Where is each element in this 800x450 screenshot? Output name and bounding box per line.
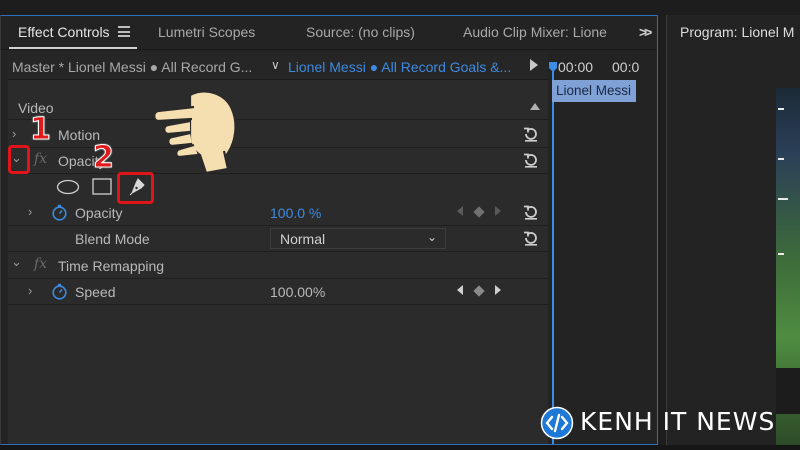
clip-selector-bar: Master * Lionel Messi ● All Record G... … [8,52,548,80]
video-detail [778,253,784,255]
annotation-box-2 [117,172,154,204]
stopwatch-icon[interactable] [51,204,68,221]
opacity-value[interactable]: 100.0 % [270,205,321,221]
current-clip-label[interactable]: Lionel Messi ● All Record Goals &... [288,59,511,75]
param-opacity-label: Opacity [75,205,123,221]
next-keyframe-icon[interactable] [495,285,501,295]
effect-row-opacity[interactable]: ⌄ fx Opacity [8,148,548,174]
overflow-icon[interactable]: >> [639,24,652,40]
annotation-number-2: 2 [93,140,115,176]
video-detail [778,108,784,110]
playhead-line[interactable] [552,68,554,444]
annotation-number-1: 1 [30,112,52,148]
keyframe-icon[interactable] [473,285,485,297]
code-logo-icon [540,406,574,440]
param-row-blend-mode: Blend Mode Normal ⌄ [8,226,548,252]
playhead-handle[interactable] [549,62,557,72]
tab-audio-clip-mixer[interactable]: Audio Clip Mixer: Lione [463,24,607,40]
reset-icon[interactable] [522,151,540,169]
bottom-strip [0,445,800,450]
watermark-text: KENH IT NEWS [580,407,776,436]
chevron-down-icon[interactable]: ⌄ [11,254,22,270]
blend-mode-value: Normal [280,231,326,247]
stopwatch-icon[interactable] [51,283,68,300]
tab-effect-controls[interactable]: Effect Controls [18,24,110,40]
video-detail [776,368,800,414]
rectangle-mask-icon[interactable] [92,178,112,195]
menu-icon[interactable] [118,26,130,37]
chevron-down-icon: ⌄ [427,230,438,244]
tab-source[interactable]: Source: (no clips) [306,24,415,40]
param-row-speed[interactable]: › Speed 100.00% [8,279,548,305]
tab-lumetri-scopes[interactable]: Lumetri Scopes [158,24,255,40]
prev-keyframe-icon[interactable] [457,285,463,295]
video-detail [778,198,788,200]
effect-row-time-remapping[interactable]: ⌄ fx Time Remapping [8,253,548,279]
hand-pointer-icon [153,90,237,175]
next-keyframe-icon[interactable] [495,206,501,216]
effect-row-motion[interactable]: › Motion [8,122,548,148]
collapse-up-icon[interactable] [530,103,540,110]
chevron-down-icon[interactable]: ∨ [271,58,280,72]
mask-tools-row [8,174,548,200]
chevron-right-icon[interactable]: › [12,126,16,141]
speed-value[interactable]: 100.00% [270,284,325,300]
fx-icon[interactable]: fx [34,256,47,272]
fx-icon[interactable]: fx [34,151,47,167]
section-video: Video [8,96,548,120]
blend-mode-label: Blend Mode [75,231,150,247]
effect-time-remapping-label: Time Remapping [58,258,165,274]
master-clip-label[interactable]: Master * Lionel Messi ● All Record G... [12,59,262,75]
program-monitor-title[interactable]: Program: Lionel M [680,24,794,40]
ellipse-mask-icon[interactable] [56,179,80,195]
panel-tabbar: Effect Controls Lumetri Scopes Source: (… [1,16,657,50]
reset-icon[interactable] [522,203,540,221]
timecode-next: 00:0 [612,59,640,75]
timecode-start: 00:00 [558,59,594,75]
annotation-box-1 [8,145,30,174]
prev-keyframe-icon[interactable] [457,206,463,216]
param-row-opacity[interactable]: › Opacity 100.0 % [8,200,548,226]
chevron-right-icon[interactable]: › [28,283,32,298]
active-tab-underline [9,47,137,49]
param-speed-label: Speed [75,284,116,300]
program-video-frame [776,88,800,445]
effect-timeline: 00:00 00:0 Lionel Messi [548,52,656,444]
reset-icon[interactable] [522,125,540,143]
play-icon[interactable] [530,59,538,71]
video-detail [778,158,784,160]
timeline-clip[interactable]: Lionel Messi [552,80,636,102]
reset-icon[interactable] [522,229,540,247]
keyframe-icon[interactable] [473,206,485,218]
chevron-right-icon[interactable]: › [28,204,32,219]
blend-mode-select[interactable]: Normal ⌄ [270,228,446,249]
